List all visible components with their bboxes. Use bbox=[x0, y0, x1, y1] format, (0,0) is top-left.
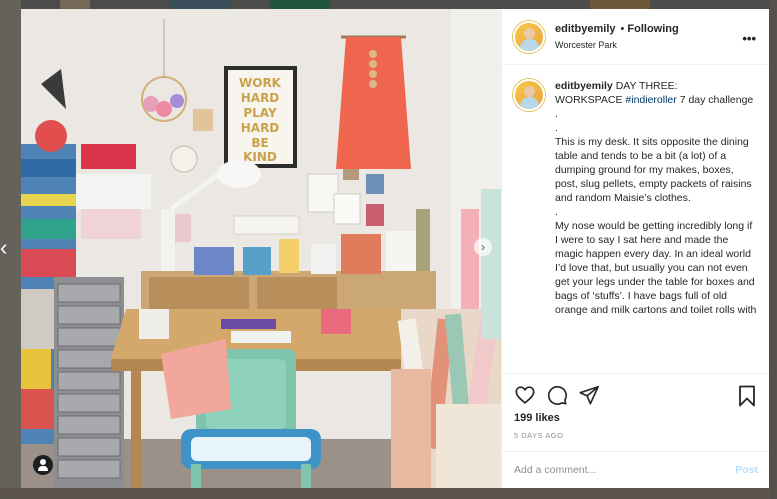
comment-box: Post bbox=[502, 451, 769, 488]
caption-username[interactable]: editbyemily bbox=[555, 80, 613, 92]
header-text: editbyemily • Following Worcester Park bbox=[555, 23, 679, 50]
bookmark-icon[interactable] bbox=[737, 385, 757, 407]
separator-dot: • bbox=[620, 23, 625, 35]
caption-line: 7 day challenge bbox=[676, 94, 754, 106]
caption-area: editbyemily DAY THREE: WORKSPACE #indier… bbox=[502, 65, 769, 373]
post-date: 5 DAYS AGO bbox=[514, 431, 564, 440]
caption-line: My nose would be getting incredibly long… bbox=[555, 220, 758, 316]
poster-line: HARD bbox=[241, 91, 280, 105]
action-icons bbox=[514, 384, 758, 406]
caption-line: This is my desk. It sits opposite the di… bbox=[555, 136, 755, 204]
username-link[interactable]: editbyemily bbox=[555, 23, 616, 35]
comment-input[interactable] bbox=[514, 464, 694, 476]
caption-line: WORKSPACE bbox=[555, 94, 626, 106]
caption-text: editbyemily DAY THREE: WORKSPACE #indier… bbox=[555, 79, 758, 373]
more-horizontal-icon[interactable]: ••• bbox=[742, 32, 756, 45]
comment-icon[interactable] bbox=[546, 384, 568, 406]
workspace-photo: WORK HARD PLAY HARD BE KIND bbox=[21, 9, 501, 488]
poster-line: PLAY bbox=[243, 106, 277, 120]
caption-line: . bbox=[555, 122, 558, 134]
following-button[interactable]: Following bbox=[627, 23, 678, 35]
caption-avatar[interactable] bbox=[513, 79, 545, 111]
user-tag-icon[interactable] bbox=[33, 455, 53, 475]
post-sidebar: editbyemily • Following Worcester Park •… bbox=[501, 9, 769, 488]
post-modal: WORK HARD PLAY HARD BE KIND › editbyemil… bbox=[21, 9, 769, 488]
post-comment-button[interactable]: Post bbox=[735, 464, 758, 476]
location-link[interactable]: Worcester Park bbox=[555, 40, 679, 50]
poster-line: HARD bbox=[241, 121, 280, 135]
paper-plane-icon[interactable] bbox=[578, 384, 600, 406]
heart-icon[interactable] bbox=[514, 384, 536, 406]
likes-count[interactable]: 199 likes bbox=[514, 412, 758, 424]
chevron-right-icon[interactable]: › bbox=[474, 238, 492, 256]
caption-line: . bbox=[555, 108, 558, 120]
post-photo[interactable]: WORK HARD PLAY HARD BE KIND › bbox=[21, 9, 501, 488]
caption-line: DAY THREE: bbox=[612, 80, 678, 92]
header-line: editbyemily • Following bbox=[555, 23, 679, 35]
avatar[interactable] bbox=[513, 20, 545, 53]
post-actions: 199 likes 5 DAYS AGO bbox=[502, 373, 769, 451]
poster-line: BE bbox=[251, 136, 268, 150]
hashtag-link[interactable]: #indieroller bbox=[625, 94, 676, 106]
post-header: editbyemily • Following Worcester Park •… bbox=[502, 9, 769, 65]
caption-line: . bbox=[555, 206, 558, 218]
chevron-left-icon[interactable]: ‹ bbox=[0, 237, 7, 259]
poster-line: WORK bbox=[239, 76, 282, 90]
